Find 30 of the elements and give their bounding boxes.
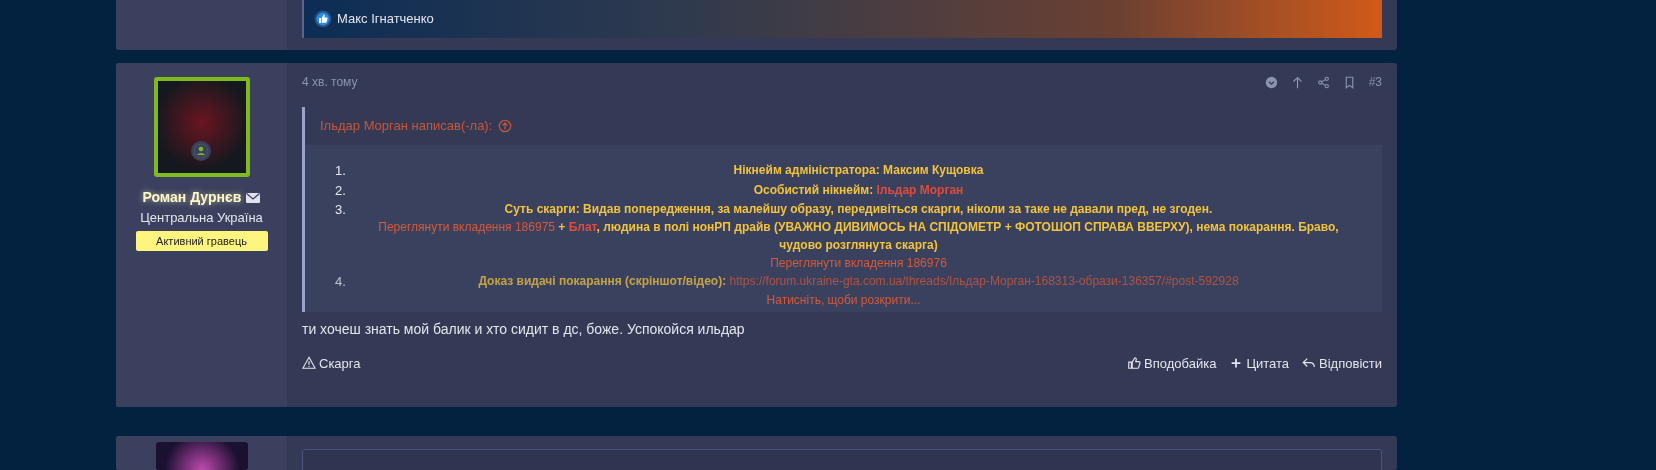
list-number: 2.	[335, 181, 347, 200]
share-icon[interactable]	[1316, 75, 1330, 89]
arrow-up-circle-icon[interactable]	[498, 119, 513, 133]
quote-line: Особистий нікнейм: Ільдар Морган	[752, 181, 965, 199]
post-time[interactable]: 4 хв. тому	[302, 73, 358, 91]
username[interactable]: Роман Дурнєв	[142, 187, 242, 208]
list-number: 4.	[335, 273, 347, 291]
arrow-up-icon[interactable]	[1290, 75, 1304, 89]
user-location: Центральна Україна	[140, 209, 263, 227]
warning-icon	[302, 356, 316, 371]
report-button[interactable]: Скарга	[302, 353, 361, 373]
thumbs-up-icon	[1127, 356, 1142, 371]
user-rank-badge: Активний гравець	[135, 230, 268, 251]
list-number: 1.	[335, 162, 347, 180]
avatar-image[interactable]	[155, 442, 248, 470]
quote-button[interactable]: Цитата	[1229, 353, 1290, 373]
chevron-circle-icon[interactable]	[1264, 75, 1278, 89]
post-text: ти хочеш знать мой балик и хто сидит в дс, боже. Успокойся ильдар	[302, 319, 746, 339]
quote-line: Суть скарги: Видав попередження, за малейшу образу, передивіться скарги, ніколи за таке не давали пред, не згоден.	[503, 201, 1214, 218]
list-number: 3.	[335, 201, 347, 219]
avatar-image[interactable]	[153, 77, 250, 177]
quote-line: Нікнейм адміністратора: Максим Кущовка	[732, 162, 985, 179]
reaction-user[interactable]: Макс Ігнатченко	[337, 9, 434, 29]
thumbs-up-icon	[314, 10, 332, 28]
reply-button[interactable]: Відповісти	[1302, 353, 1382, 373]
quote-line: Доказ видачі покарання (скріншот/відео): https://forum.ukraine-gta.com.ua/threads/Ільдар-Морган-168313-образи-136357/#post-592928	[477, 273, 1240, 290]
post-number-link[interactable]: #3	[1368, 73, 1382, 91]
quote-line: Переглянути вкладення 186975 + Блат, людина в полі нонРП драйв (УВАЖНО ДИВИМОСЬ НА СПІДОМЕТР + ФОТОШОП СПРАВА ВВЕРХУ), нема покарання. Браво, чудово розглянута скарга)	[377, 219, 1340, 254]
like-button[interactable]: Вподобайка	[1127, 353, 1217, 373]
quote-line: Переглянути вкладення 186976	[769, 255, 948, 272]
